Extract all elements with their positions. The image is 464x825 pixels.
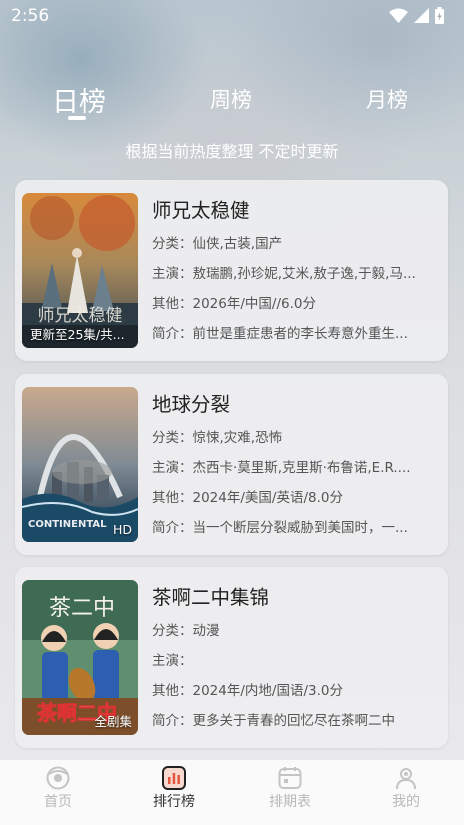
poster-image: 师兄太稳健 更新至25集/共...: [22, 193, 138, 348]
quality-badge: HD: [112, 522, 132, 537]
profile-icon: [396, 768, 416, 790]
card-cast: 主演：敖瑞鹏,孙珍妮,艾米,敖子逸,于毅,马...: [152, 266, 416, 282]
ranking-subtitle: 根据当前热度整理 不定时更新: [125, 142, 339, 161]
card-category: 分类：惊悚,灾难,恐怖: [152, 430, 283, 446]
nav-mine-label: 我的: [392, 794, 420, 810]
card-title: 地球分裂: [152, 393, 231, 416]
card-category: 分类：动漫: [152, 623, 220, 639]
status-icons: [389, 7, 444, 24]
ranking-icon: [162, 766, 186, 790]
poster-image: CONTINENTAL HD: [22, 387, 138, 542]
card-summary: 简介：更多关于青春的回忆尽在茶啊二中: [152, 713, 395, 729]
card-other: 其他：2024年/内地/国语/3.0分: [152, 683, 343, 699]
tab-active-indicator: [68, 116, 86, 120]
card-category: 分类：仙侠,古装,国产: [152, 236, 283, 252]
wifi-icon: [389, 8, 408, 23]
home-icon: [46, 766, 70, 790]
nav-home[interactable]: 首页: [18, 766, 98, 811]
nav-mine[interactable]: 我的: [366, 766, 446, 811]
svg-text:茶二中: 茶二中: [49, 596, 115, 621]
bottom-nav: 首页 排行榜 排期表 我的: [0, 760, 464, 825]
calendar-icon: [278, 767, 302, 789]
tab-monthly[interactable]: 月榜: [366, 84, 408, 114]
svg-text:CONTINENTAL: CONTINENTAL: [28, 519, 107, 530]
tab-weekly[interactable]: 周榜: [210, 84, 252, 114]
nav-schedule[interactable]: 排期表: [250, 766, 330, 811]
card-summary: 简介：当一个断层分裂威胁到美国时，一...: [152, 520, 408, 536]
nav-ranking[interactable]: 排行榜: [134, 766, 214, 811]
card-other: 其他：2024年/美国/英语/8.0分: [152, 490, 343, 506]
tab-daily[interactable]: 日榜: [52, 80, 106, 119]
ranking-tabs: 日榜 周榜 月榜: [0, 76, 464, 126]
battery-icon: [435, 7, 444, 24]
status-time: 2:56: [11, 6, 50, 26]
nav-schedule-label: 排期表: [269, 794, 311, 810]
svg-text:师兄太稳健: 师兄太稳健: [38, 306, 123, 326]
status-bar: 2:56: [0, 0, 464, 32]
card-title: 师兄太稳健: [152, 199, 250, 222]
nav-home-label: 首页: [44, 794, 72, 810]
card-title: 茶啊二中集锦: [152, 586, 270, 609]
card-cast: 主演：: [152, 653, 193, 669]
episode-badge: 全剧集: [94, 714, 132, 729]
nav-ranking-label: 排行榜: [153, 794, 195, 810]
ranking-card[interactable]: CONTINENTAL HD 地球分裂 分类：惊悚,灾难,恐怖 主演：杰西卡·莫…: [15, 374, 448, 555]
ranking-card[interactable]: 师兄太稳健 更新至25集/共... 师兄太稳健 分类：仙侠,古装,国产 主演：敖…: [15, 180, 448, 361]
signal-icon: [414, 8, 429, 23]
card-cast: 主演：杰西卡·莫里斯,克里斯·布鲁诺,E.R....: [152, 460, 411, 476]
card-other: 其他：2026年/中国//6.0分: [152, 296, 316, 312]
poster-image: 茶二中 茶啊二中 全剧集: [22, 580, 138, 735]
ranking-card[interactable]: 茶二中 茶啊二中 全剧集 茶啊二中集锦 分类：动漫 主演： 其他：2024年/内…: [15, 567, 448, 748]
card-summary: 简介：前世是重症患者的李长寿意外重生...: [152, 326, 408, 342]
episode-badge: 更新至25集/共...: [30, 327, 125, 342]
